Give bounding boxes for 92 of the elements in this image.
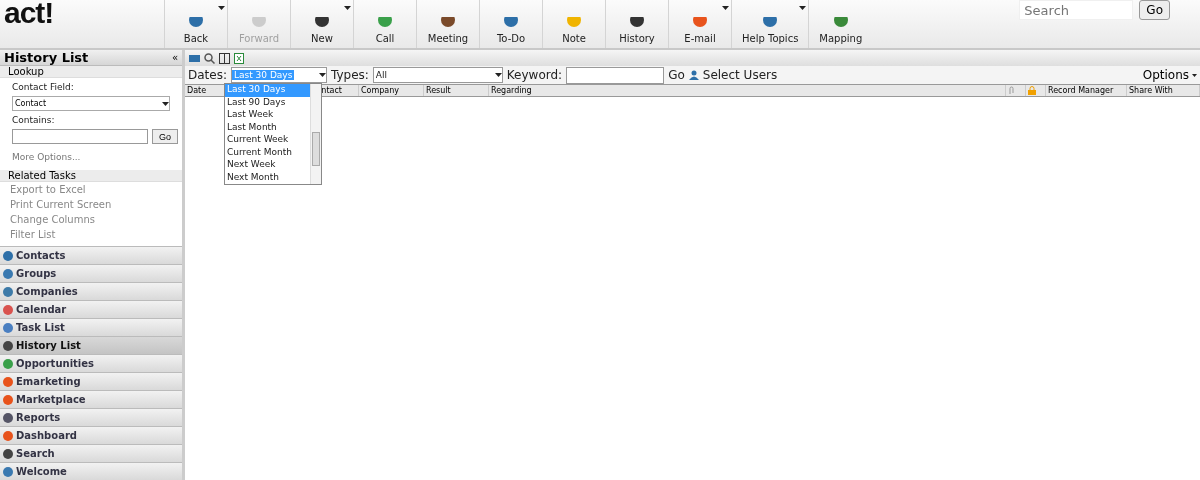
nav-icon [3, 466, 13, 477]
caret-icon[interactable] [722, 6, 729, 10]
app-logo: act! [3, 0, 55, 31]
task-link[interactable]: Filter List [0, 227, 182, 243]
column-header[interactable]: Result [424, 85, 489, 96]
toolbar-button[interactable]: Mapping [808, 0, 873, 48]
column-header[interactable]: ntact [321, 85, 342, 96]
nav-icon [3, 394, 13, 405]
nav-icon [3, 286, 13, 297]
column-header[interactable]: Regarding [489, 85, 1006, 96]
nav-icon [3, 250, 13, 261]
nav-icon [3, 322, 13, 333]
toolbar-button[interactable]: Meeting [416, 0, 479, 48]
caret-icon[interactable] [162, 101, 169, 106]
nav-icon [3, 358, 13, 369]
nav-item[interactable]: Marketplace [0, 390, 182, 408]
select-users-link[interactable]: Select Users [702, 68, 778, 82]
task-link[interactable]: Change Columns [0, 212, 182, 228]
contains-field[interactable] [12, 129, 148, 145]
nav-icon [3, 340, 13, 351]
search-field[interactable]: Search [1019, 0, 1134, 20]
options-menu[interactable]: Options [1142, 68, 1197, 82]
nav-icon [3, 430, 13, 441]
user-icon[interactable] [688, 70, 699, 80]
lock-icon [1028, 86, 1036, 95]
nav-item[interactable]: Dashboard [0, 426, 182, 444]
caret-icon[interactable] [494, 73, 502, 77]
collapse-button[interactable]: « [171, 52, 178, 63]
toolbar-button[interactable]: New [290, 0, 353, 48]
filter-label: Types: [331, 68, 369, 82]
task-link[interactable]: Print Current Screen [0, 197, 182, 213]
toolbar-icon [504, 17, 518, 27]
toolbar-button[interactable]: History [605, 0, 668, 48]
go-link[interactable]: Go [668, 68, 685, 82]
nav-icon [3, 448, 13, 459]
column-header[interactable]: Share With [1127, 85, 1200, 96]
nav-item[interactable]: Reports [0, 408, 182, 426]
toolbar-icon [315, 17, 329, 27]
sidebar-title: History List [4, 50, 89, 65]
toolbar-button[interactable]: Call [353, 0, 416, 48]
column-header[interactable]: Record Manager [1046, 85, 1127, 96]
nav-icon [3, 412, 13, 423]
nav-item[interactable]: Groups [0, 264, 182, 282]
nav-icon [3, 268, 13, 279]
toolbar-icon [567, 17, 581, 27]
types-dropdown[interactable]: All [372, 67, 503, 83]
scrollbar[interactable] [310, 84, 321, 184]
caret-icon[interactable] [1192, 73, 1197, 77]
section-header: Related Tasks [0, 170, 182, 183]
filter-label: Keyword: [506, 68, 563, 82]
task-link[interactable]: Export to Excel [0, 182, 182, 198]
nav-icon [3, 376, 13, 387]
spreadsheet-icon[interactable] [234, 52, 244, 64]
toolbar-icon [833, 17, 848, 27]
caret-icon[interactable] [799, 6, 807, 10]
toolbar-button[interactable]: To-Do [479, 0, 542, 48]
caret-icon[interactable] [319, 73, 326, 77]
nav-item[interactable]: Companies [0, 282, 182, 300]
caret-icon[interactable] [344, 6, 351, 10]
more-options-link[interactable]: More Options... [12, 148, 170, 167]
nav-icon [3, 304, 13, 315]
field-label: Contains: [12, 115, 56, 126]
nav-item[interactable]: Welcome [0, 462, 182, 480]
toolbar-icon [378, 17, 392, 27]
section-header: Lookup [0, 66, 182, 79]
contact-field-dropdown[interactable]: Contact [12, 96, 170, 112]
nav-item[interactable]: Task List [0, 318, 182, 336]
nav-item[interactable]: Contacts [0, 246, 182, 264]
toolbar-button[interactable]: E-mail [668, 0, 731, 48]
toolbar-button[interactable]: Help Topics [731, 0, 809, 48]
toolbar-icon [763, 17, 778, 27]
go-button[interactable]: Go [152, 129, 178, 145]
nav-item[interactable]: Opportunities [0, 354, 182, 372]
toolbar-icon [189, 17, 203, 27]
search-go-button[interactable]: Go [1139, 0, 1170, 20]
column-header[interactable]: Company [359, 85, 424, 96]
nav-item[interactable]: History List [0, 336, 182, 354]
toolbar-icon [630, 17, 644, 27]
filter-label: Dates: [188, 68, 227, 82]
nav-item[interactable]: Calendar [0, 300, 182, 318]
nav-item[interactable]: Emarketing [0, 372, 182, 390]
toolbar-button[interactable]: Note [542, 0, 605, 48]
caret-icon[interactable] [218, 6, 225, 10]
columns-icon[interactable] [219, 52, 230, 64]
keyword-field[interactable] [566, 66, 665, 84]
toolbar-icon [252, 17, 266, 27]
toolbar-icon [441, 17, 455, 27]
toolbar-icon [693, 17, 707, 27]
nav-item[interactable]: Search [0, 444, 182, 462]
field-label: Contact Field: [12, 82, 75, 93]
toolbar-button[interactable]: Back [164, 0, 227, 48]
search-icon[interactable] [204, 52, 215, 64]
